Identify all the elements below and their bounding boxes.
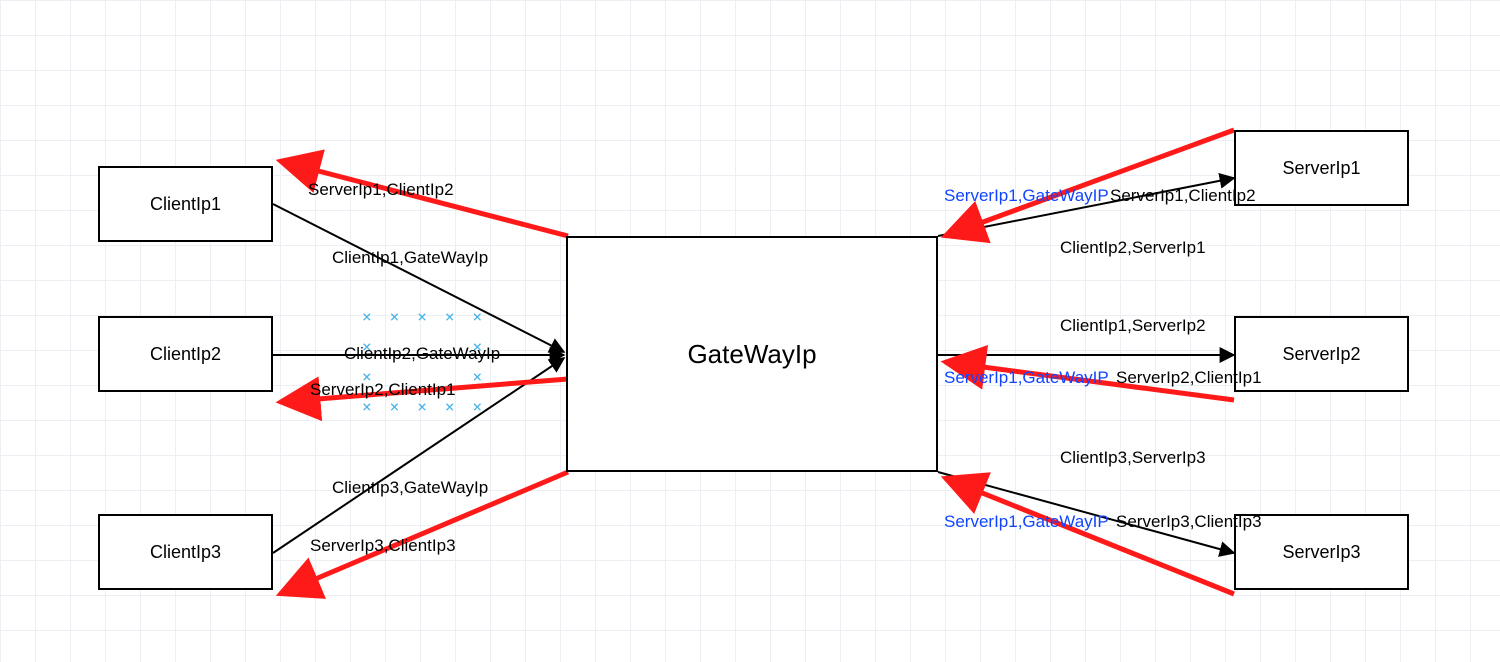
label-clientip2-serverip1: ClientIp2,ServerIp1 (1060, 238, 1206, 258)
label-clientip1-gatewayip: ClientIp1,GateWayIp (332, 248, 488, 268)
client1-label: ClientIp1 (150, 194, 221, 215)
label-clientip3-gatewayip: ClientIp3,GateWayIp (332, 478, 488, 498)
server1-label: ServerIp1 (1282, 158, 1360, 179)
label-clientip3-serverip3: ClientIp3,ServerIp3 (1060, 448, 1206, 468)
label-serverip1-gatewayip-b: ServerIp1,GateWayIP (944, 368, 1109, 388)
client3-box: ClientIp3 (98, 514, 273, 590)
client2-label: ClientIp2 (150, 344, 221, 365)
server2-label: ServerIp2 (1282, 344, 1360, 365)
client2-box: ClientIp2 (98, 316, 273, 392)
label-serverip1-clientip2-left: ServerIp1,ClientIp2 (308, 180, 454, 200)
gateway-label: GateWayIp (687, 339, 816, 370)
label-serverip3-clientip3-left: ServerIp3,ClientIp3 (310, 536, 456, 556)
label-serverip2-clientip1: ServerIp2,ClientIp1 (310, 380, 456, 400)
gateway-box: GateWayIp (566, 236, 938, 472)
label-serverip1-clientip2-right: ServerIp1,ClientIp2 (1110, 186, 1256, 206)
client1-box: ClientIp1 (98, 166, 273, 242)
label-clientip1-serverip2: ClientIp1,ServerIp2 (1060, 316, 1206, 336)
label-serverip3-clientip3-right: ServerIp3,ClientIp3 (1116, 512, 1262, 532)
label-serverip2-clientip1-right: ServerIp2,ClientIp1 (1116, 368, 1262, 388)
label-serverip1-gatewayip-a: ServerIp1,GateWayIP (944, 186, 1109, 206)
label-clientip2-gatewayip: ClientIp2,GateWayIp (344, 344, 500, 364)
server1-box: ServerIp1 (1234, 130, 1409, 206)
client3-label: ClientIp3 (150, 542, 221, 563)
server3-label: ServerIp3 (1282, 542, 1360, 563)
label-serverip1-gatewayip-c: ServerIp1,GateWayIP (944, 512, 1109, 532)
